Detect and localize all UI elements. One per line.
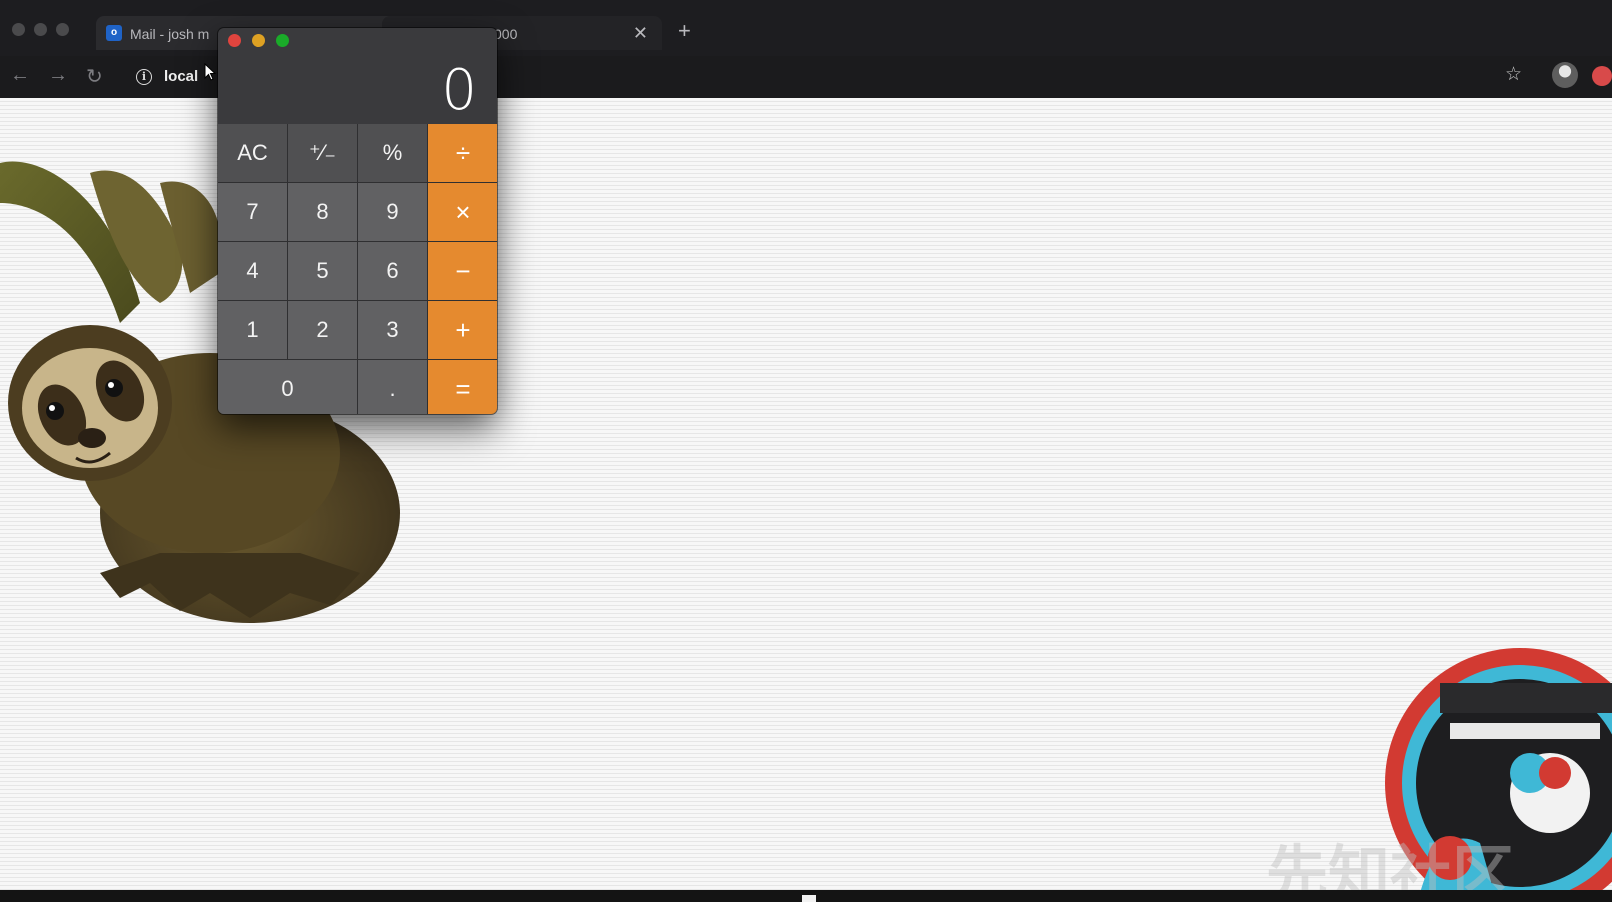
- add-key[interactable]: +: [428, 301, 497, 359]
- tab-title: 000: [494, 26, 518, 42]
- tab-title: Mail - josh m: [130, 26, 210, 42]
- calculator-titlebar[interactable]: [218, 28, 497, 52]
- watermark: 先知社区: [1266, 838, 1515, 890]
- calculator-zoom-button[interactable]: [276, 34, 289, 47]
- digit-4-key[interactable]: 4: [218, 242, 287, 300]
- multiply-key[interactable]: ×: [428, 183, 497, 241]
- calculator-keypad: AC ⁺⁄₋% ÷ 7 8 9 × 4 5 6− 1 2 3 +0. =: [218, 124, 497, 414]
- digit-8-key[interactable]: 8: [288, 183, 357, 241]
- digit-3-key[interactable]: 3: [358, 301, 427, 359]
- sign-toggle-key[interactable]: ⁺⁄₋: [288, 124, 357, 182]
- calculator-close-button[interactable]: [228, 34, 241, 47]
- calculator-window[interactable]: 0 AC ⁺⁄₋% ÷ 7 8 9 × 4 5 6− 1 2 3 +0. =: [218, 28, 497, 414]
- bottom-marker: [802, 895, 816, 902]
- mouse-cursor-icon: [204, 63, 216, 81]
- window-minimize-button[interactable]: [34, 23, 47, 36]
- digit-0-key[interactable]: 0: [218, 360, 357, 414]
- clear-key[interactable]: AC: [218, 124, 287, 182]
- back-icon[interactable]: ←: [10, 64, 30, 87]
- decimal-key[interactable]: .: [358, 360, 427, 414]
- equals-key[interactable]: =: [428, 360, 497, 414]
- subtract-key[interactable]: −: [428, 242, 497, 300]
- digit-1-key[interactable]: 1: [218, 301, 287, 359]
- divide-key[interactable]: ÷: [428, 124, 497, 182]
- url-text[interactable]: local: [164, 68, 198, 85]
- profile-avatar-icon[interactable]: [1552, 62, 1578, 88]
- outlook-icon: o: [106, 25, 122, 41]
- percent-key[interactable]: %: [358, 124, 427, 182]
- extension-icon[interactable]: [1592, 66, 1612, 86]
- close-tab-icon[interactable]: ✕: [633, 23, 648, 44]
- window-close-button[interactable]: [12, 23, 25, 36]
- bookmark-star-icon[interactable]: ☆: [1505, 63, 1522, 86]
- info-icon[interactable]: i: [136, 69, 152, 85]
- forward-icon[interactable]: →: [48, 64, 68, 87]
- digit-5-key[interactable]: 5: [288, 242, 357, 300]
- digit-7-key[interactable]: 7: [218, 183, 287, 241]
- calculator-minimize-button[interactable]: [252, 34, 265, 47]
- digit-6-key[interactable]: 6: [358, 242, 427, 300]
- calculator-display: 0: [441, 58, 477, 123]
- reload-icon[interactable]: ↻: [86, 64, 103, 89]
- new-tab-button[interactable]: +: [678, 20, 691, 42]
- window-zoom-button[interactable]: [56, 23, 69, 36]
- digit-9-key[interactable]: 9: [358, 183, 427, 241]
- digit-2-key[interactable]: 2: [288, 301, 357, 359]
